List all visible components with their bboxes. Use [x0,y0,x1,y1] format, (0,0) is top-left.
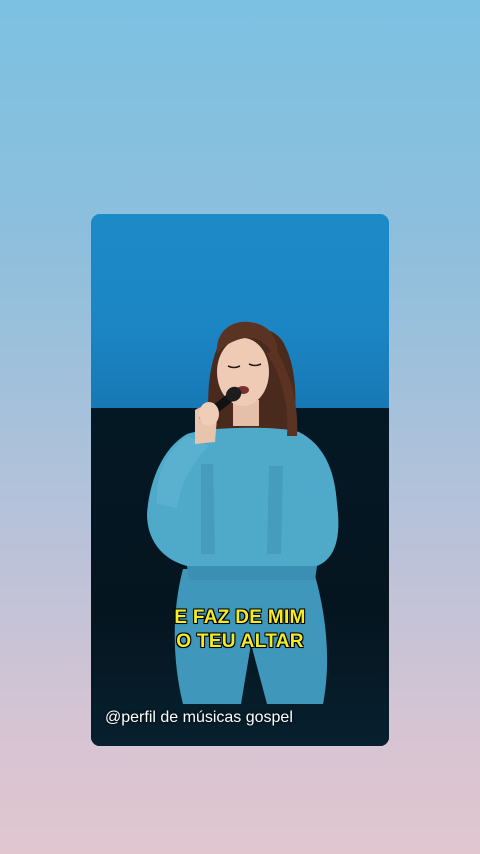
singer-figure [147,321,339,704]
lyrics-line: E FAZ DE MIM [174,607,306,628]
lyrics-line: O TEU ALTAR [176,631,304,652]
video-player[interactable]: E FAZ DE MIM O TEU ALTAR @perfil de músi… [91,214,389,746]
lyrics-caption: E FAZ DE MIM O TEU ALTAR [91,606,389,654]
watermark-handle: @perfil de músicas gospel [105,709,293,726]
